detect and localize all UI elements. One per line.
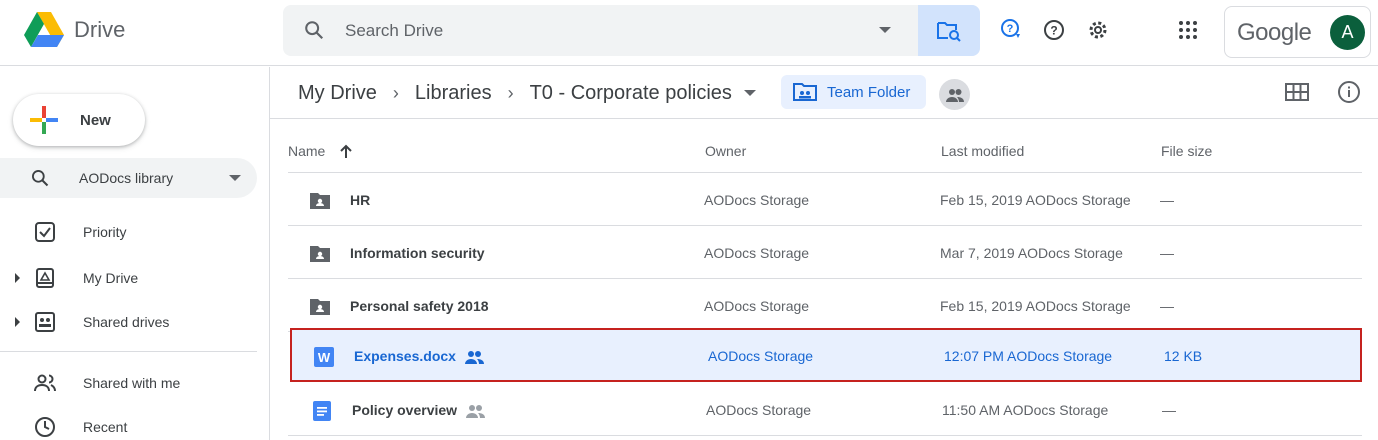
info-icon[interactable] xyxy=(1337,80,1361,104)
team-folder-badge[interactable]: Team Folder xyxy=(781,75,926,109)
drive-logo[interactable]: Drive xyxy=(24,12,125,48)
table-row-selected[interactable]: W Expenses.docx AODocs Storage 12:07 PM … xyxy=(290,328,1362,382)
table-row[interactable]: HR AODocs Storage Feb 15, 2019 AODocs St… xyxy=(288,173,1362,226)
file-owner: AODocs Storage xyxy=(708,348,814,364)
file-size: — xyxy=(1160,298,1174,314)
file-name[interactable]: Expenses.docx xyxy=(354,348,484,365)
clock-icon xyxy=(35,417,55,437)
chevron-down-icon[interactable] xyxy=(229,174,241,182)
new-button-label: New xyxy=(80,111,111,129)
chevron-right-icon: › xyxy=(507,82,514,103)
team-folder-label: Team Folder xyxy=(827,83,911,101)
column-header-owner[interactable]: Owner xyxy=(705,143,746,159)
sidebar-item-label: Shared drives xyxy=(83,314,170,330)
file-size: 12 KB xyxy=(1164,348,1203,364)
file-size: — xyxy=(1162,402,1176,418)
grid-view-icon[interactable] xyxy=(1285,80,1309,104)
table-row[interactable]: Policy overview AODocs Storage 11:50 AM … xyxy=(288,383,1362,436)
search-icon xyxy=(32,170,49,187)
breadcrumb-libraries[interactable]: Libraries xyxy=(415,82,492,105)
support-sync-icon[interactable]: ? xyxy=(1000,18,1024,42)
shared-with-me-icon xyxy=(34,374,56,392)
library-selector[interactable]: AODocs library xyxy=(0,158,257,198)
help-icon[interactable]: ? xyxy=(1042,18,1066,42)
file-last-modified: Mar 7, 2019 AODocs Storage xyxy=(940,245,1123,261)
sidebar-divider xyxy=(0,351,257,352)
search-input[interactable] xyxy=(345,5,885,56)
file-size: — xyxy=(1160,192,1174,208)
sort-arrow-up-icon[interactable] xyxy=(339,144,353,158)
account-switcher[interactable]: Google A xyxy=(1224,6,1371,58)
expand-arrow-icon[interactable] xyxy=(15,317,20,327)
toolbar-divider xyxy=(270,118,1378,119)
avatar[interactable]: A xyxy=(1330,15,1365,50)
column-header-name[interactable]: Name xyxy=(288,143,353,159)
svg-text:?: ? xyxy=(1050,24,1057,38)
sidebar-item-label: Recent xyxy=(83,419,128,435)
sidebar-item-my-drive[interactable]: My Drive xyxy=(0,260,257,296)
file-name[interactable]: Personal safety 2018 xyxy=(350,298,489,314)
settings-gear-icon[interactable] xyxy=(1086,18,1110,42)
app-name: Drive xyxy=(74,17,126,42)
drive-logo-icon xyxy=(24,12,64,47)
sidebar-item-label: Shared with me xyxy=(83,375,181,391)
file-name[interactable]: Policy overview xyxy=(352,402,486,419)
file-size: — xyxy=(1160,245,1174,261)
sidebar-item-label: My Drive xyxy=(83,270,139,286)
file-owner: AODocs Storage xyxy=(704,245,810,261)
file-name[interactable]: HR xyxy=(350,192,370,208)
sidebar-item-shared-with-me[interactable]: Shared with me xyxy=(0,365,257,401)
folder-search-button[interactable] xyxy=(918,5,980,56)
folder-members-button[interactable] xyxy=(939,79,970,110)
sidebar-item-shared-drives[interactable]: Shared drives xyxy=(0,304,257,340)
breadcrumb: My Drive › Libraries › T0 - Corporate po… xyxy=(298,78,756,108)
shared-folder-icon xyxy=(310,299,330,315)
file-last-modified: Feb 15, 2019 AODocs Storage xyxy=(940,298,1131,314)
team-folder-icon xyxy=(793,83,817,101)
sidebar-item-recent[interactable]: Recent xyxy=(0,409,257,440)
word-doc-icon: W xyxy=(314,347,334,367)
file-last-modified: 11:50 AM AODocs Storage xyxy=(942,402,1109,418)
people-icon xyxy=(945,88,964,102)
search-bar[interactable] xyxy=(283,5,980,56)
sidebar: New AODocs library Priority My Drive Sha… xyxy=(0,67,270,440)
breadcrumb-current-folder[interactable]: T0 - Corporate policies xyxy=(530,82,732,105)
sidebar-item-label: Priority xyxy=(83,224,127,240)
file-last-modified: 12:07 PM AODocs Storage xyxy=(944,348,1113,364)
top-header: Drive ? ? Google A xyxy=(0,0,1378,66)
chevron-down-icon[interactable] xyxy=(743,89,756,97)
library-selector-label: AODocs library xyxy=(79,170,174,186)
file-owner: AODocs Storage xyxy=(704,298,810,314)
google-wordmark: Google xyxy=(1237,19,1312,46)
breadcrumb-my-drive[interactable]: My Drive xyxy=(298,82,377,105)
google-doc-icon xyxy=(313,401,331,421)
my-drive-icon xyxy=(36,268,54,288)
apps-grid-icon[interactable] xyxy=(1176,18,1200,42)
column-header-label: Name xyxy=(288,143,326,159)
column-header-file-size[interactable]: File size xyxy=(1161,143,1212,159)
priority-check-icon xyxy=(35,222,55,242)
sidebar-item-priority[interactable]: Priority xyxy=(0,214,257,250)
plus-icon xyxy=(30,106,58,134)
new-button[interactable]: New xyxy=(13,94,145,146)
column-header-last-modified[interactable]: Last modified xyxy=(941,143,1024,159)
svg-text:?: ? xyxy=(1007,23,1014,35)
table-row[interactable]: Information security AODocs Storage Mar … xyxy=(288,226,1362,279)
shared-drives-icon xyxy=(35,312,55,332)
folder-search-icon xyxy=(937,21,961,42)
file-owner: AODocs Storage xyxy=(704,192,810,208)
shared-folder-icon xyxy=(310,193,330,209)
shared-people-icon xyxy=(464,351,484,365)
chevron-down-icon[interactable] xyxy=(878,25,892,35)
search-icon[interactable] xyxy=(303,19,325,41)
shared-folder-icon xyxy=(310,246,330,262)
table-row[interactable]: Personal safety 2018 AODocs Storage Feb … xyxy=(288,279,1362,332)
svg-text:W: W xyxy=(318,350,331,365)
chevron-right-icon: › xyxy=(392,82,399,103)
file-name[interactable]: Information security xyxy=(350,245,485,261)
file-owner: AODocs Storage xyxy=(706,402,812,418)
file-last-modified: Feb 15, 2019 AODocs Storage xyxy=(940,192,1131,208)
expand-arrow-icon[interactable] xyxy=(15,273,20,283)
shared-people-icon xyxy=(466,405,486,419)
